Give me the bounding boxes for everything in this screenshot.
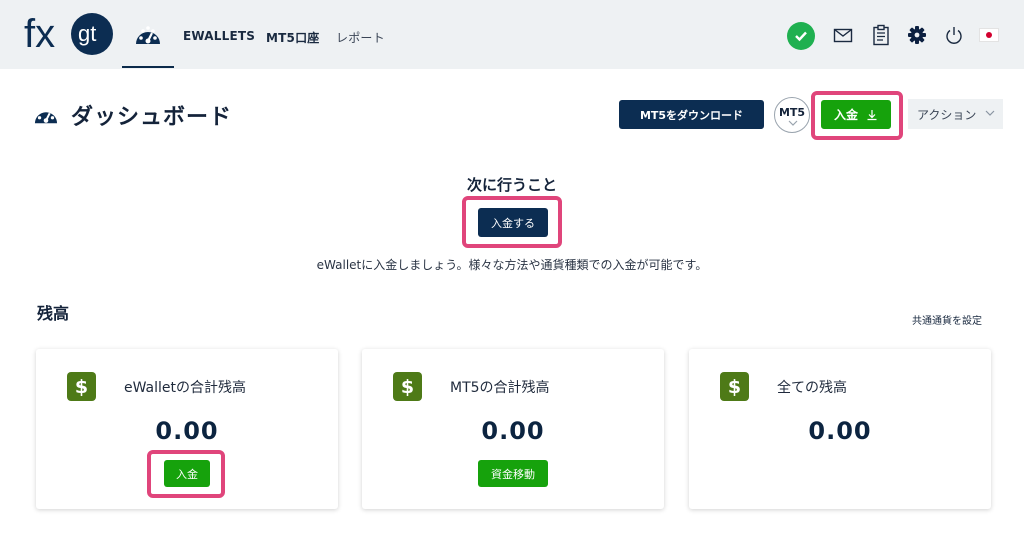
svg-text:fx: fx: [24, 12, 55, 56]
total-balance-card: $ 全ての残高 0.00: [689, 349, 991, 509]
mt5-balance-card: $ MT5の合計残高 0.00 資金移動: [362, 349, 664, 509]
mt5-badge-label: MT5: [778, 106, 806, 119]
page-title: ダッシュボード: [71, 105, 233, 130]
card-label: eWalletの合計残高: [124, 380, 247, 396]
dollar-icon: $: [67, 372, 96, 401]
nav-ewallets[interactable]: EWALLETS: [183, 29, 255, 43]
dollar-icon: $: [393, 372, 422, 401]
clipboard-icon[interactable]: [870, 24, 892, 46]
deposit-header-button[interactable]: 入金: [821, 100, 891, 129]
download-mt5-button[interactable]: MT5をダウンロード: [619, 100, 764, 129]
card-amount: 0.00: [155, 417, 219, 445]
japan-flag-icon[interactable]: [979, 28, 999, 42]
nav-mt5-accounts[interactable]: MT5口座: [266, 29, 319, 46]
nav-dashboard[interactable]: [122, 22, 174, 68]
card-label: 全ての残高: [777, 380, 847, 396]
download-icon: [867, 109, 877, 120]
card-amount: 0.00: [808, 417, 872, 445]
power-icon[interactable]: [943, 24, 965, 46]
mt5-platform-button[interactable]: MT5: [774, 97, 810, 133]
fxgt-logo[interactable]: fx gt: [24, 10, 116, 58]
actions-dropdown[interactable]: アクション: [908, 99, 1003, 129]
next-step-heading: 次に行うこと: [466, 176, 557, 194]
top-navigation: fx gt EWALLETS MT5口座 レポート: [0, 0, 1024, 69]
transfer-funds-button[interactable]: 資金移動: [478, 460, 548, 487]
dashboard-title-icon: [34, 106, 58, 124]
chevron-down-icon: [985, 110, 995, 116]
mail-icon[interactable]: [832, 24, 854, 46]
next-step-description: eWalletに入金しましょう。様々な方法や通貨種類での入金が可能です。: [316, 258, 708, 272]
deposit-now-button[interactable]: 入金する: [478, 208, 548, 237]
svg-text:gt: gt: [78, 21, 96, 46]
nav-reports[interactable]: レポート: [336, 29, 385, 46]
balances-heading: 残高: [37, 304, 70, 323]
gear-icon[interactable]: [906, 24, 928, 46]
deposit-header-label: 入金: [833, 108, 858, 122]
actions-dropdown-label: アクション: [917, 107, 977, 122]
verified-check-icon[interactable]: [787, 22, 815, 50]
card-amount: 0.00: [481, 417, 545, 445]
card-label: MT5の合計残高: [450, 380, 550, 396]
chevron-down-icon: [788, 120, 798, 126]
set-common-currency-link[interactable]: 共通通貨を設定: [912, 312, 982, 327]
dashboard-gauge-icon: [136, 26, 160, 44]
dollar-icon: $: [720, 372, 749, 401]
ewallet-deposit-button[interactable]: 入金: [164, 460, 210, 487]
